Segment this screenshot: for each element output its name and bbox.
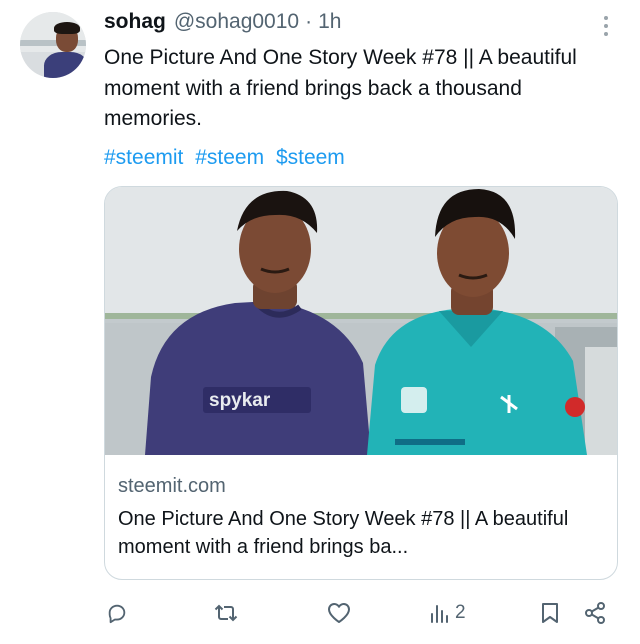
hashtag-steem[interactable]: #steem xyxy=(195,146,264,169)
author-handle[interactable]: @sohag0010 xyxy=(174,10,299,34)
photo-illustration: spykar xyxy=(105,187,617,455)
views-button[interactable]: 2 xyxy=(429,595,466,631)
retweet-button[interactable] xyxy=(214,595,238,631)
card-image[interactable]: spykar xyxy=(105,187,617,455)
more-options-icon[interactable] xyxy=(594,12,618,40)
link-card[interactable]: spykar steemit.com One Picture And One S… xyxy=(104,186,618,580)
bookmark-icon xyxy=(540,602,560,624)
views-count: 2 xyxy=(455,602,466,623)
avatar-body xyxy=(44,52,86,78)
shirt-text: spykar xyxy=(209,390,271,411)
hashtag-steemit[interactable]: #steemit xyxy=(104,146,183,169)
separator-dot: · xyxy=(305,10,313,33)
share-icon xyxy=(583,601,607,625)
action-bar: 2 xyxy=(0,595,640,631)
bookmark-button[interactable] xyxy=(540,595,560,631)
views-icon xyxy=(429,602,451,624)
tweet-header: sohag @sohag0010 · 1h xyxy=(104,10,341,38)
tweet-text: One Picture And One Story Week #78 || A … xyxy=(104,46,577,130)
card-meta: steemit.com One Picture And One Story We… xyxy=(118,473,608,561)
reply-icon xyxy=(106,602,128,624)
card-domain[interactable]: steemit.com xyxy=(118,473,608,499)
timestamp[interactable]: 1h xyxy=(318,10,341,34)
heart-icon xyxy=(327,602,351,624)
like-button[interactable] xyxy=(327,595,351,631)
author-name[interactable]: sohag xyxy=(104,10,166,34)
cashtag-steem[interactable]: $steem xyxy=(276,146,345,169)
share-button[interactable] xyxy=(583,595,607,631)
avatar[interactable] xyxy=(20,12,86,78)
retweet-icon xyxy=(214,602,238,624)
card-title[interactable]: One Picture And One Story Week #78 || A … xyxy=(118,505,608,561)
avatar-hair xyxy=(54,22,80,34)
reply-button[interactable] xyxy=(106,595,128,631)
hashtags: #steemit #steem $steem xyxy=(104,146,351,170)
